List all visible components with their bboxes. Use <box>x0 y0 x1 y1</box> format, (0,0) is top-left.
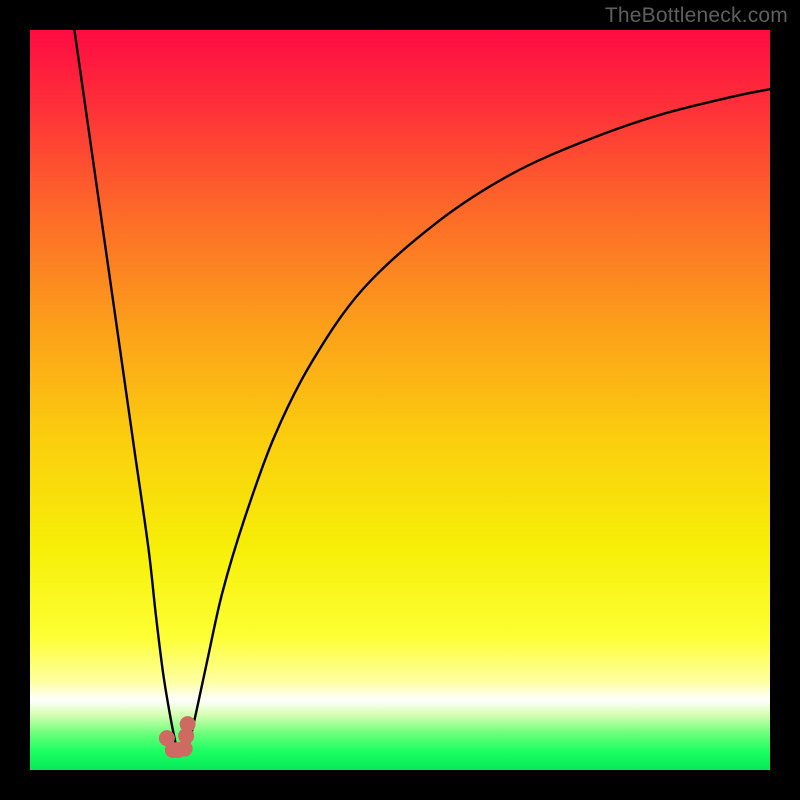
plot-area <box>30 30 770 770</box>
bottleneck-curve <box>30 30 770 770</box>
curve-left-branch <box>74 30 175 744</box>
chart-frame: TheBottleneck.com <box>0 0 800 800</box>
marker-dot <box>180 716 196 732</box>
watermark-text: TheBottleneck.com <box>605 4 788 28</box>
curve-markers <box>159 716 196 758</box>
curve-right-branch <box>189 89 770 744</box>
